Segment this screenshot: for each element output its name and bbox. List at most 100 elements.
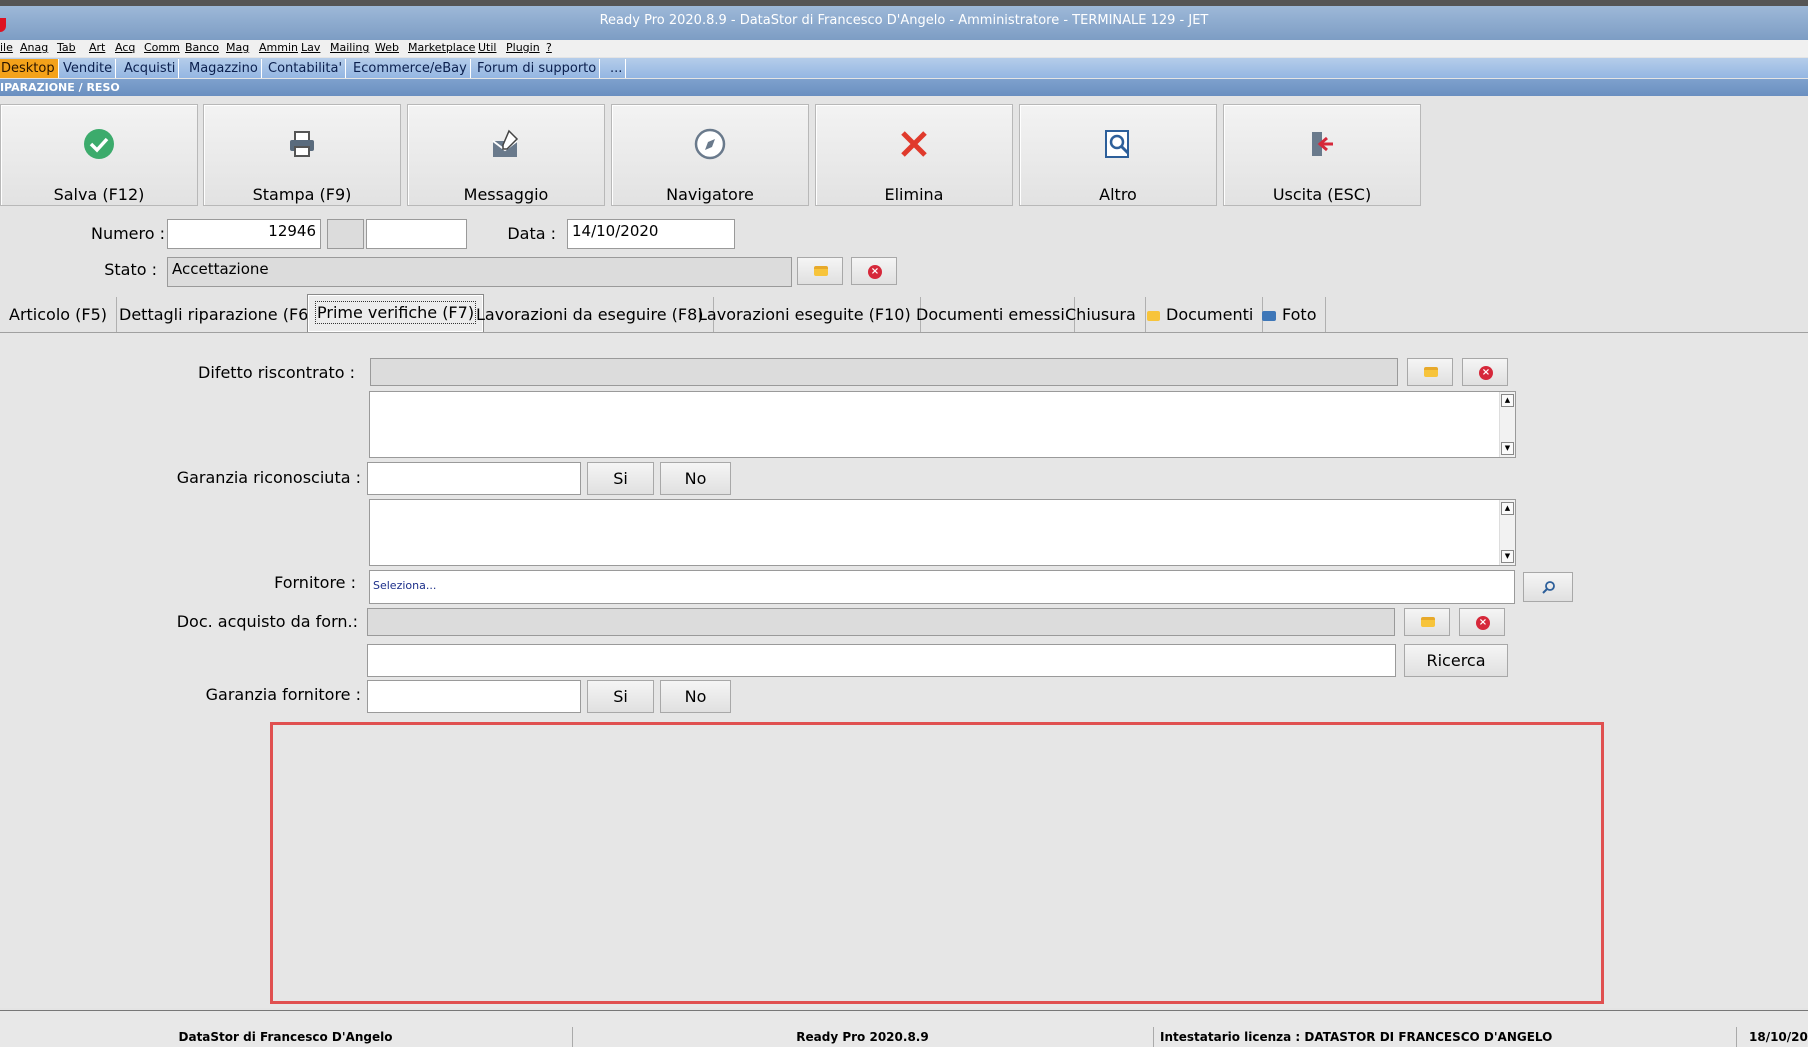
garanzia-notes[interactable]: ▲ ▼ bbox=[369, 499, 1516, 566]
stato-field[interactable]: Accettazione bbox=[167, 257, 792, 287]
clear-icon: × bbox=[1479, 366, 1493, 380]
scroll-up-icon[interactable]: ▲ bbox=[1501, 394, 1514, 407]
other-button[interactable]: Altro bbox=[1019, 104, 1217, 206]
menu-plugin[interactable]: Plugin bbox=[506, 41, 540, 54]
navigator-button[interactable]: Navigatore bbox=[611, 104, 809, 206]
exit-door-icon bbox=[1312, 132, 1333, 156]
doc-select-button[interactable] bbox=[1404, 608, 1450, 636]
ricerca-button[interactable]: Ricerca bbox=[1404, 644, 1508, 677]
main-tab-strip: Desktop Vendite Acquisti Magazzino Conta… bbox=[0, 58, 1808, 78]
garanzia-label: Garanzia riconosciuta : bbox=[176, 468, 361, 487]
tab-prime-verifiche[interactable]: Prime verifiche (F7) bbox=[307, 294, 485, 332]
folder-icon bbox=[1421, 617, 1435, 627]
print-button[interactable]: Stampa (F9) bbox=[203, 104, 401, 206]
menu-mag[interactable]: Mag bbox=[226, 41, 249, 54]
tab-forum[interactable]: Forum di supporto bbox=[474, 59, 601, 78]
check-icon bbox=[84, 129, 114, 159]
tab-chiusura[interactable]: Chiusura bbox=[1056, 297, 1146, 332]
difetto-select-button[interactable] bbox=[1407, 358, 1453, 386]
tab-foto[interactable]: Foto bbox=[1253, 297, 1327, 332]
menu-art[interactable]: Art bbox=[89, 41, 105, 54]
save-button[interactable]: Salva (F12) bbox=[0, 104, 198, 206]
toolbar: Salva (F12) Stampa (F9) Messaggio Naviga… bbox=[0, 100, 1808, 210]
numero-series-field[interactable] bbox=[366, 219, 467, 249]
menu-bar: ile Anag Tab Art Acq Comm Banco Mag Ammi… bbox=[0, 40, 1808, 57]
status-bar: DataStor di Francesco D'Angelo Ready Pro… bbox=[0, 1010, 1808, 1047]
stato-clear-button[interactable]: × bbox=[851, 257, 897, 285]
status-company: DataStor di Francesco D'Angelo bbox=[178, 1030, 393, 1044]
tab-lavorazioni-da-eseguire[interactable]: Lavorazioni da eseguire (F8) bbox=[467, 297, 714, 332]
message-icon bbox=[492, 129, 519, 157]
exit-button[interactable]: Uscita (ESC) bbox=[1223, 104, 1421, 206]
doc-clear-button[interactable]: × bbox=[1459, 608, 1505, 636]
difetto-field[interactable] bbox=[370, 358, 1398, 386]
date-field[interactable]: 14/10/2020 bbox=[567, 219, 735, 249]
garanzia-fornitore-field[interactable] bbox=[367, 680, 581, 713]
tab-more[interactable]: ... bbox=[607, 59, 627, 78]
menu-lav[interactable]: Lav bbox=[301, 41, 320, 54]
section-title: IPARAZIONE / RESO bbox=[0, 79, 1808, 96]
clear-icon: × bbox=[868, 265, 882, 279]
tab-ecommerce[interactable]: Ecommerce/eBay bbox=[350, 59, 471, 78]
garanzia-si-button[interactable]: Si bbox=[587, 462, 654, 495]
tab-documenti-emessi[interactable]: Documenti emessi bbox=[907, 297, 1075, 332]
garanzia-field[interactable] bbox=[367, 462, 581, 495]
difetto-clear-button[interactable]: × bbox=[1462, 358, 1508, 386]
garanzia-fornitore-si-button[interactable]: Si bbox=[587, 680, 654, 713]
scroll-down-icon[interactable]: ▼ bbox=[1501, 442, 1514, 455]
menu-tab[interactable]: Tab bbox=[57, 41, 76, 54]
tab-lavorazioni-eseguite[interactable]: Lavorazioni eseguite (F10) bbox=[689, 297, 921, 332]
folder-icon bbox=[814, 266, 828, 276]
menu-marketplace[interactable]: Marketplace bbox=[408, 41, 475, 54]
tab-documenti[interactable]: Documenti bbox=[1138, 297, 1264, 332]
fornitore-label: Fornitore : bbox=[274, 573, 356, 592]
doc-search-field[interactable] bbox=[367, 644, 1396, 677]
tab-articolo[interactable]: Articolo (F5) bbox=[0, 297, 118, 332]
garanzia-fornitore-no-button[interactable]: No bbox=[660, 680, 731, 713]
window-title: Ready Pro 2020.8.9 - DataStor di Frances… bbox=[599, 13, 1209, 28]
menu-mailing[interactable]: Mailing bbox=[330, 41, 369, 54]
tab-desktop[interactable]: Desktop bbox=[0, 59, 59, 78]
status-version: Ready Pro 2020.8.9 bbox=[572, 1027, 1152, 1047]
highlight-box bbox=[270, 722, 1604, 1004]
fornitore-field[interactable]: Seleziona... bbox=[369, 570, 1515, 604]
tab-magazzino[interactable]: Magazzino bbox=[186, 59, 262, 78]
menu-acq[interactable]: Acq bbox=[115, 41, 135, 54]
detail-tabs: Articolo (F5) Dettagli riparazione (F6) … bbox=[0, 294, 1808, 332]
message-button[interactable]: Messaggio bbox=[407, 104, 605, 206]
menu-web[interactable]: Web bbox=[375, 41, 399, 54]
doc-acquisto-field[interactable] bbox=[367, 608, 1395, 636]
menu-util[interactable]: Util bbox=[478, 41, 496, 54]
delete-button[interactable]: Elimina bbox=[815, 104, 1013, 206]
data-label: Data : bbox=[507, 224, 556, 243]
menu-help[interactable]: ? bbox=[546, 41, 552, 54]
status-date: 18/10/202 bbox=[1736, 1027, 1808, 1047]
magnifier-document-icon bbox=[1105, 130, 1130, 158]
menu-ammin[interactable]: Ammin bbox=[259, 41, 298, 54]
scrollbar[interactable]: ▲ ▼ bbox=[1499, 392, 1515, 457]
doc-acquisto-label: Doc. acquisto da forn.: bbox=[176, 612, 358, 631]
menu-anag[interactable]: Anag bbox=[20, 41, 48, 54]
garanzia-no-button[interactable]: No bbox=[660, 462, 731, 495]
numero-suffix-field[interactable] bbox=[327, 219, 364, 249]
numero-field[interactable]: 12946 bbox=[167, 219, 321, 249]
tab-vendite[interactable]: Vendite bbox=[60, 59, 117, 78]
scroll-up-icon[interactable]: ▲ bbox=[1501, 502, 1514, 515]
clear-icon: × bbox=[1476, 616, 1490, 630]
numero-label: Numero : bbox=[90, 224, 165, 243]
scrollbar[interactable]: ▲ ▼ bbox=[1499, 500, 1515, 565]
menu-comm[interactable]: Comm bbox=[144, 41, 180, 54]
menu-file[interactable]: ile bbox=[0, 41, 13, 54]
title-bar: Ready Pro 2020.8.9 - DataStor di Frances… bbox=[0, 0, 1808, 40]
menu-banco[interactable]: Banco bbox=[185, 41, 219, 54]
fornitore-search-button[interactable] bbox=[1523, 572, 1573, 602]
x-icon bbox=[901, 131, 927, 157]
tab-acquisti[interactable]: Acquisti bbox=[121, 59, 180, 78]
tab-contabilita[interactable]: Contabilita' bbox=[265, 59, 347, 78]
stato-select-button[interactable] bbox=[797, 257, 843, 285]
printer-icon bbox=[290, 131, 314, 157]
scroll-down-icon[interactable]: ▼ bbox=[1501, 550, 1514, 563]
tab-dettagli-riparazione[interactable]: Dettagli riparazione (F6) bbox=[110, 297, 325, 332]
difetto-notes[interactable]: ▲ ▼ bbox=[369, 391, 1516, 458]
status-license: Intestatario licenza : DATASTOR DI FRANC… bbox=[1153, 1027, 1735, 1047]
